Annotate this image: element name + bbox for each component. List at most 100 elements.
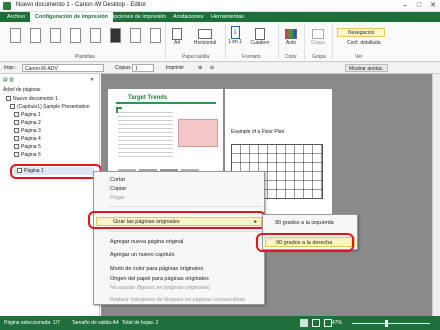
navigation-button[interactable]: Navegación (337, 28, 385, 37)
template-thumb-6[interactable] (110, 28, 121, 43)
show-annotations-button[interactable]: Mostrar anotac. (345, 64, 388, 72)
paper-size-label: A4 (173, 40, 181, 46)
ribbon-separator (332, 24, 333, 60)
detailed-config-button[interactable]: Conf. detallada (337, 39, 389, 48)
tree-label: Página 1 (21, 112, 41, 118)
tab-print-settings[interactable]: Configuración de impresión (30, 12, 114, 22)
printer-label: Impr.: (4, 65, 17, 71)
paper-size-button[interactable]: A4 (170, 28, 184, 46)
page-icon (14, 136, 19, 142)
menu-separator (108, 206, 262, 207)
view-grid-icon[interactable] (324, 319, 332, 327)
tab-tools[interactable]: Herramientas (206, 12, 249, 22)
finishing-button[interactable]: Cuadern (248, 28, 272, 46)
menu-item-copy[interactable]: Copiar (94, 185, 264, 194)
detailed-config-label: Conf. detallada (347, 40, 381, 46)
staple-button[interactable]: Grapa (308, 28, 328, 46)
finishing-label: Cuadern (250, 40, 270, 46)
panel-title: Árbol de páginas (3, 87, 41, 93)
tree-page-5[interactable]: Página 5 (14, 144, 41, 151)
template-thumb-8[interactable] (150, 28, 161, 43)
status-zoom: 47% (332, 320, 343, 326)
page-icon (14, 128, 19, 134)
template-thumb-5[interactable] (90, 28, 101, 43)
menu-item-add-page[interactable]: Agregar nueva página original (94, 238, 264, 247)
tab-annotations[interactable]: Anotaciones (168, 12, 208, 22)
zoom-slider-track[interactable] (352, 323, 430, 324)
vertical-scrollbar[interactable] (432, 74, 440, 316)
page-icon (14, 120, 19, 126)
booklet-icon (255, 28, 265, 40)
template-thumb-4[interactable] (70, 28, 81, 43)
status-selected-pages: Página seleccionada: 1/7 (4, 320, 60, 326)
tree-label: Página 2 (21, 120, 41, 126)
menu-item-no-fit[interactable]: No ajustar (figuras en páginas originale… (94, 284, 264, 293)
template-thumb-3[interactable] (50, 28, 61, 43)
close-button[interactable]: ✕ (426, 1, 440, 11)
tree-page-6[interactable]: Página 6 (14, 152, 41, 159)
tree-page-4[interactable]: Página 4 (14, 136, 41, 143)
tree-page-2[interactable]: Página 2 (14, 120, 41, 127)
tab-print-options[interactable]: Opciones de impresión (105, 12, 171, 22)
tree-chapter[interactable]: (Capítulo1) Sample Presentation (10, 104, 90, 111)
tree-document[interactable]: Nuevo documento 1 (6, 96, 58, 103)
ribbon-separator (225, 24, 226, 60)
panel-close-icon[interactable]: ✕ (90, 77, 94, 84)
view-single-icon[interactable] (300, 319, 308, 327)
annotation-highlight-selected-page (10, 164, 102, 179)
group-label-ver: Ver (355, 54, 363, 60)
copies-input[interactable]: 1 (132, 64, 154, 72)
orientation-label: Horizontal (193, 40, 217, 46)
group-label-plantillas: Plantillas (75, 54, 96, 60)
menu-item-cut[interactable]: Cortar (94, 176, 264, 185)
printer-select[interactable]: Canon iR-ADV (22, 64, 104, 72)
paper-icon (172, 28, 182, 40)
panel-icons: ▤ ▥ (3, 77, 14, 83)
template-thumb-2[interactable] (30, 28, 41, 43)
menu-item-paper-source[interactable]: Origen del papel para páginas originales (94, 275, 264, 284)
maximize-button[interactable]: □ (412, 1, 426, 11)
page2-caption: Example of a Floor Plan (231, 129, 285, 135)
layout-icon: 1 (230, 26, 240, 39)
menu-item-paste[interactable]: Pegar (94, 194, 264, 203)
color-mode-label: Auto (285, 40, 297, 46)
title-bar: Nuevo documento 1 - Canon iW Desktop - E… (0, 0, 440, 12)
template-thumb-1[interactable] (10, 28, 21, 43)
ribbon-separator (278, 24, 279, 60)
color-mode-button[interactable]: Auto (282, 28, 300, 46)
minimize-button[interactable]: – (398, 1, 412, 11)
view-double-icon[interactable] (312, 319, 320, 327)
color-icon (285, 29, 297, 39)
copies-label: Copias (115, 65, 131, 71)
zoom-out-icon[interactable]: ⊖ (210, 64, 214, 72)
menu-item-add-chapter[interactable]: Agregar un nuevo capítulo (94, 251, 264, 260)
layout-button[interactable]: 1 1 en 1 (228, 26, 242, 45)
page-icon (14, 112, 19, 118)
print-button[interactable]: Imprimir (160, 64, 190, 72)
group-label-color: Color (285, 54, 297, 60)
menu-item-reduce-margins[interactable]: Reducir márgenes de bloques en páginas c… (94, 296, 264, 305)
zoom-slider-thumb[interactable] (385, 320, 388, 327)
orientation-button[interactable]: Horizontal (188, 28, 222, 46)
tree-label: Nuevo documento 1 (13, 96, 58, 102)
tab-archivo[interactable]: Archivo (2, 12, 30, 22)
tree-label: (Capítulo1) Sample Presentation (17, 104, 90, 110)
landscape-icon (198, 29, 212, 39)
printer-toolbar: Impr.: Canon iR-ADV Copias 1 Imprimir ⊕ … (0, 62, 440, 74)
app-icon (3, 2, 11, 10)
status-output-size: Tamaño de salida:A4 (72, 320, 119, 326)
window-title: Nuevo documento 1 - Canon iW Desktop - E… (16, 2, 147, 8)
tree-page-3[interactable]: Página 3 (14, 128, 41, 135)
zoom-in-icon[interactable]: ⊕ (198, 64, 202, 72)
tree-label: Página 4 (21, 136, 41, 142)
ribbon-separator (165, 24, 166, 60)
menu-item-color-mode[interactable]: Modo de color para páginas originales (94, 265, 264, 274)
tree-page-1[interactable]: Página 1 (14, 112, 41, 119)
context-menu: Cortar Copiar Pegar Girar las páginas or… (93, 171, 265, 305)
staple-icon (312, 29, 324, 39)
menu-separator (108, 231, 262, 232)
template-thumb-7[interactable] (130, 28, 141, 43)
page1-callout (178, 119, 218, 147)
ribbon-separator (304, 24, 305, 60)
submenu-item-rotate-left[interactable]: 90 grados a la izquierda (265, 218, 355, 228)
